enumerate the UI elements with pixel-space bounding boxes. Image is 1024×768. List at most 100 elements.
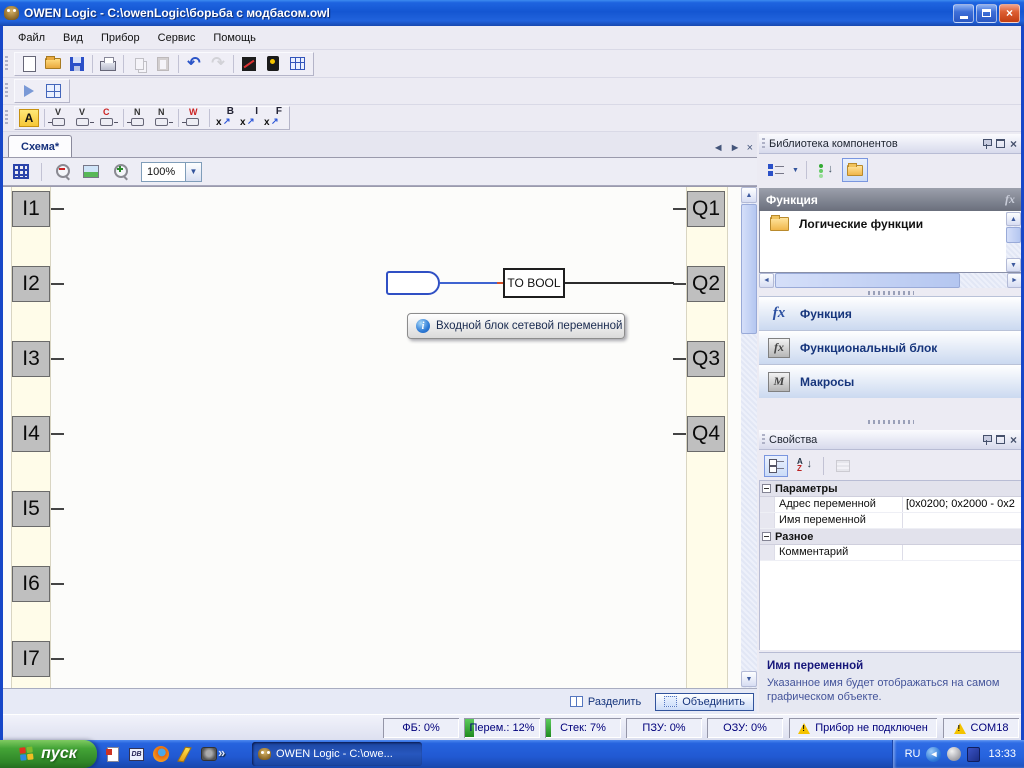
collapse-icon[interactable] <box>762 484 771 493</box>
tab-scroll-right-icon[interactable]: ► <box>730 142 741 154</box>
schema-canvas[interactable]: I1I2I3I4I5I6I7Q1Q2Q3Q4 TO BOOL i Входной… <box>3 186 757 688</box>
run-simulation-button[interactable] <box>17 80 41 102</box>
tab-schema[interactable]: Схема* <box>8 135 72 157</box>
copy-button[interactable] <box>127 53 151 75</box>
to-bool-block[interactable]: TO BOOL <box>503 268 565 298</box>
library-section-function-blocks[interactable]: fxФункциональный блок <box>759 330 1022 364</box>
close-panel-icon[interactable]: × <box>1010 138 1017 150</box>
maximize-panel-icon[interactable] <box>996 139 1005 148</box>
toggle-grid-button[interactable] <box>9 161 33 183</box>
menu-item[interactable]: Прибор <box>92 29 149 47</box>
split-view-button[interactable]: Разделить <box>562 694 649 710</box>
minimize-button[interactable] <box>953 4 974 23</box>
drag-grip[interactable] <box>762 434 765 446</box>
undo-button[interactable]: ↶ <box>182 53 206 75</box>
input-port-i3[interactable]: I3 <box>12 341 50 377</box>
insert-b-button[interactable]: x↗B <box>213 107 237 129</box>
categorized-view-button[interactable] <box>764 455 788 477</box>
tab-scroll-left-icon[interactable]: ◄ <box>713 142 724 154</box>
property-value[interactable] <box>903 545 1021 560</box>
scrollbar-thumb[interactable] <box>741 204 757 334</box>
device-config-button[interactable] <box>237 53 261 75</box>
view-mode-dropdown-icon[interactable]: ▼ <box>792 167 799 174</box>
property-row[interactable]: Комментарий <box>760 545 1021 561</box>
quick-launch-chevron[interactable]: » <box>218 745 225 760</box>
folders-view-button[interactable] <box>842 158 868 182</box>
menu-item[interactable]: Помощь <box>204 29 265 47</box>
property-category[interactable]: Параметры <box>760 481 1021 497</box>
property-value[interactable]: [0x0200; 0x2000 - 0x2 <box>903 497 1021 512</box>
pin-icon[interactable] <box>982 138 991 150</box>
canvas-vertical-scrollbar[interactable]: ▲ ▼ <box>741 187 757 688</box>
new-document-button[interactable] <box>17 53 41 75</box>
paste-button[interactable] <box>151 53 175 75</box>
app-icon[interactable] <box>200 746 217 763</box>
insert-i-button[interactable]: x↗I <box>237 107 261 129</box>
alphabetical-sort-button[interactable]: AZ <box>792 455 816 477</box>
input-port-i2[interactable]: I2 <box>12 266 50 302</box>
library-section-functions[interactable]: fxФункция <box>759 296 1022 330</box>
menu-item[interactable]: Сервис <box>149 29 205 47</box>
device-info-button[interactable] <box>261 53 285 75</box>
scrollbar-thumb[interactable] <box>775 273 960 288</box>
splitter-grip[interactable] <box>868 420 914 424</box>
library-section-macros[interactable]: MМакросы <box>759 364 1022 398</box>
scroll-up-icon[interactable]: ▲ <box>1006 212 1021 226</box>
redo-button[interactable]: ↷ <box>206 53 230 75</box>
insert-a-button[interactable]: A <box>17 107 41 129</box>
scroll-left-icon[interactable]: ◄ <box>759 273 774 288</box>
function-blocks-button[interactable] <box>41 80 65 102</box>
open-file-button[interactable] <box>41 53 65 75</box>
db-icon[interactable] <box>128 746 145 763</box>
zoom-out-button[interactable] <box>50 161 74 183</box>
insert-c-button[interactable]: C <box>96 107 120 129</box>
scroll-right-icon[interactable]: ► <box>1007 273 1022 288</box>
sort-button[interactable] <box>814 159 838 181</box>
input-port-i5[interactable]: I5 <box>12 491 50 527</box>
zoom-dropdown-button[interactable]: ▼ <box>185 162 202 182</box>
insert-v-button[interactable]: V <box>48 107 72 129</box>
scrollbar-thumb[interactable] <box>1006 227 1021 243</box>
view-mode-button[interactable] <box>764 159 788 181</box>
pin-icon[interactable] <box>982 434 991 446</box>
property-category[interactable]: Разное <box>760 529 1021 545</box>
toolbar-grip[interactable] <box>5 83 8 99</box>
merge-view-button[interactable]: Объединить <box>655 693 754 711</box>
property-row[interactable]: Имя переменной <box>760 513 1021 529</box>
insert-w-button[interactable]: W <box>182 107 206 129</box>
scroll-up-icon[interactable]: ▲ <box>741 187 757 203</box>
output-port-q3[interactable]: Q3 <box>687 341 725 377</box>
library-vertical-scrollbar[interactable]: ▲ ▼ <box>1006 212 1021 272</box>
volume-icon[interactable] <box>947 747 961 761</box>
zoom-level-value[interactable]: 100% <box>141 162 185 182</box>
maximize-panel-icon[interactable] <box>996 435 1005 444</box>
doc-icon[interactable] <box>104 746 121 763</box>
fit-page-button[interactable] <box>79 161 103 183</box>
output-port-q1[interactable]: Q1 <box>687 191 725 227</box>
print-button[interactable] <box>96 53 120 75</box>
insert-v-button[interactable]: V <box>72 107 96 129</box>
scroll-down-icon[interactable]: ▼ <box>1006 258 1021 272</box>
splitter-grip[interactable] <box>868 291 914 295</box>
menu-item[interactable]: Вид <box>54 29 92 47</box>
tab-close-icon[interactable]: × <box>747 142 753 154</box>
zoom-in-button[interactable] <box>108 161 132 183</box>
firefox-icon[interactable] <box>152 746 169 763</box>
lightning-icon[interactable] <box>176 746 193 763</box>
close-panel-icon[interactable]: × <box>1010 434 1017 446</box>
toolbar-grip[interactable] <box>5 56 8 72</box>
hide-icons-chevron-icon[interactable]: ◄ <box>926 747 941 762</box>
input-port-i4[interactable]: I4 <box>12 416 50 452</box>
property-row[interactable]: Адрес переменной[0x0200; 0x2000 - 0x2 <box>760 497 1021 513</box>
insert-n-button[interactable]: N <box>127 107 151 129</box>
scroll-down-icon[interactable]: ▼ <box>741 671 757 687</box>
device-tray-icon[interactable] <box>967 747 980 762</box>
variables-table-button[interactable] <box>285 53 309 75</box>
collapse-icon[interactable] <box>762 532 771 541</box>
network-input-block[interactable] <box>386 271 440 295</box>
taskbar-task-button[interactable]: OWEN Logic - C:\owe... <box>252 742 422 766</box>
save-button[interactable] <box>65 53 89 75</box>
input-port-i1[interactable]: I1 <box>12 191 50 227</box>
property-value[interactable] <box>903 513 1021 528</box>
toolbar-grip[interactable] <box>5 110 8 126</box>
